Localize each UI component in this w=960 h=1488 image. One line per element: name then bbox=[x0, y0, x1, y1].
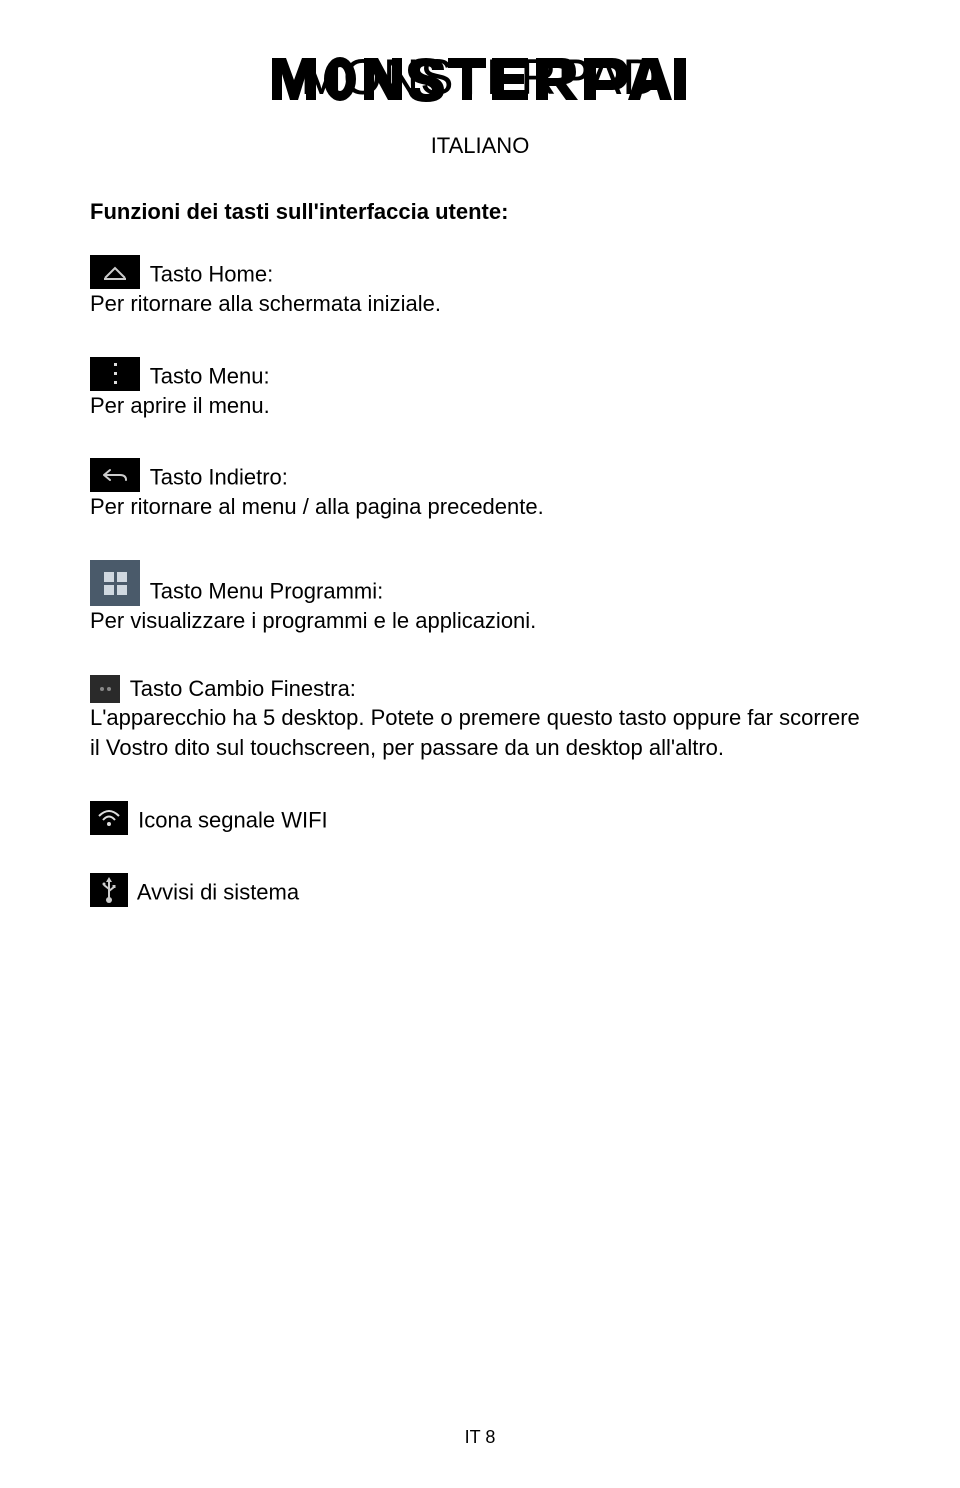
item-switch: Tasto Cambio Finestra: L'apparecchio ha … bbox=[90, 674, 870, 763]
item-programs: Tasto Menu Programmi: Per visualizzare i… bbox=[90, 560, 870, 636]
wifi-icon bbox=[90, 801, 128, 835]
item-wifi-title: Icona segnale WIFI bbox=[138, 807, 328, 832]
item-menu-title: Tasto Menu: bbox=[150, 363, 270, 388]
apps-grid-icon bbox=[90, 560, 140, 606]
item-usb: Avvisi di sistema bbox=[90, 873, 870, 907]
home-icon bbox=[90, 255, 140, 289]
item-back: Tasto Indietro: Per ritornare al menu / … bbox=[90, 458, 870, 522]
item-programs-title: Tasto Menu Programmi: bbox=[150, 578, 384, 603]
item-switch-desc: L'apparecchio ha 5 desktop. Potete o pre… bbox=[90, 705, 860, 760]
usb-icon bbox=[90, 873, 128, 907]
language-subtitle: ITALIANO bbox=[90, 133, 870, 159]
section-heading: Funzioni dei tasti sull'interfaccia uten… bbox=[90, 199, 870, 225]
switch-window-icon bbox=[90, 675, 120, 703]
item-home: Tasto Home: Per ritornare alla schermata… bbox=[90, 255, 870, 319]
logo-wrap: MONSTERPAD bbox=[90, 50, 870, 113]
item-back-desc: Per ritornare al menu / alla pagina prec… bbox=[90, 494, 544, 519]
item-wifi: Icona segnale WIFI bbox=[90, 801, 870, 835]
item-usb-title: Avvisi di sistema bbox=[137, 879, 299, 904]
menu-icon bbox=[90, 357, 140, 391]
item-menu-desc: Per aprire il menu. bbox=[90, 393, 270, 418]
page-number: IT 8 bbox=[0, 1427, 960, 1448]
item-programs-desc: Per visualizzare i programmi e le applic… bbox=[90, 608, 536, 633]
item-home-desc: Per ritornare alla schermata iniziale. bbox=[90, 291, 441, 316]
back-icon bbox=[90, 458, 140, 492]
item-back-title: Tasto Indietro: bbox=[150, 465, 288, 490]
item-home-title: Tasto Home: bbox=[150, 261, 274, 286]
logo-monsterpad: MONSTERPAD bbox=[270, 50, 690, 113]
item-menu: Tasto Menu: Per aprire il menu. bbox=[90, 357, 870, 421]
item-switch-title: Tasto Cambio Finestra: bbox=[130, 676, 356, 701]
